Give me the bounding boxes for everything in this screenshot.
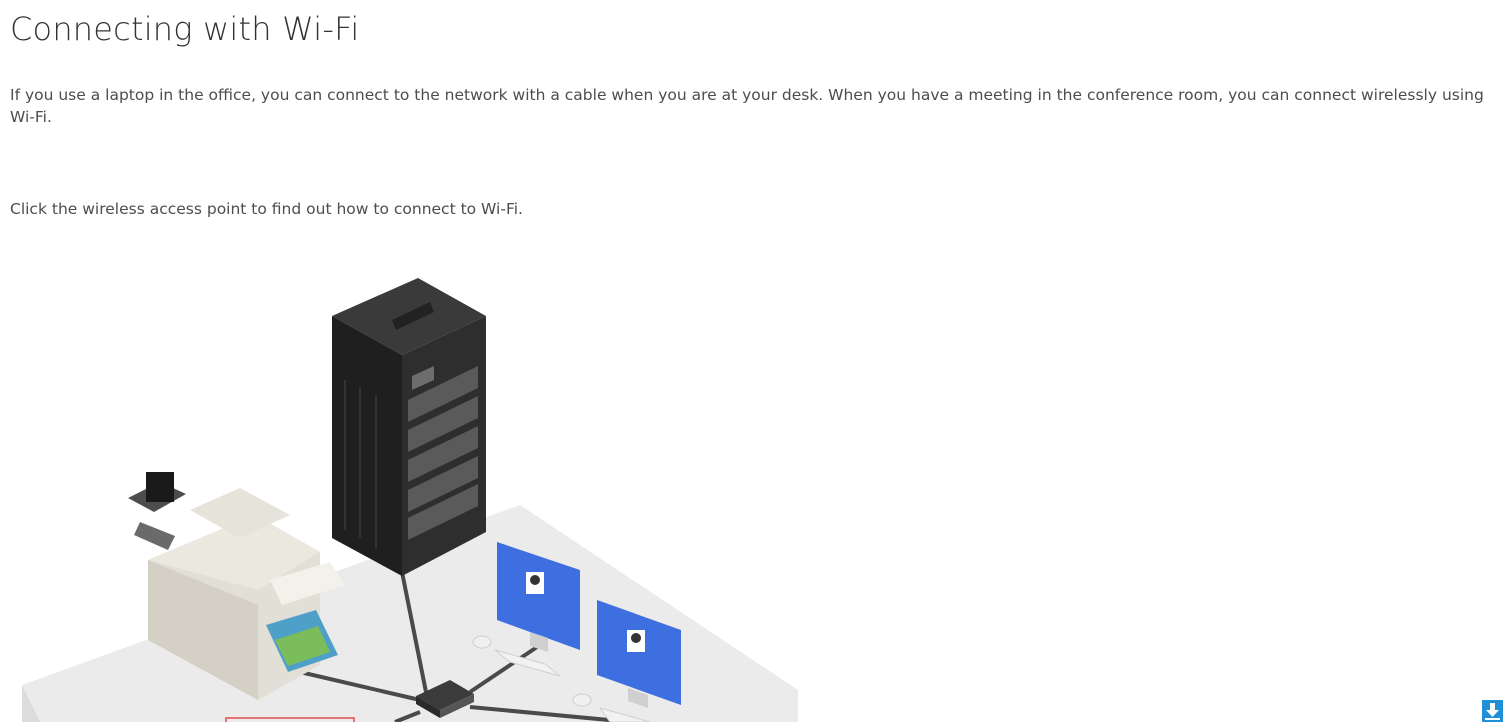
intro-paragraph: If you use a laptop in the office, you c… xyxy=(10,86,1484,126)
instruction-text: Click the wireless access point to find … xyxy=(10,200,523,218)
page-title: Connecting with Wi-Fi xyxy=(10,10,360,48)
office-network-illustration xyxy=(22,278,798,722)
server-rack-icon xyxy=(332,278,486,576)
download-icon xyxy=(1485,703,1500,720)
download-button[interactable] xyxy=(1482,700,1503,722)
